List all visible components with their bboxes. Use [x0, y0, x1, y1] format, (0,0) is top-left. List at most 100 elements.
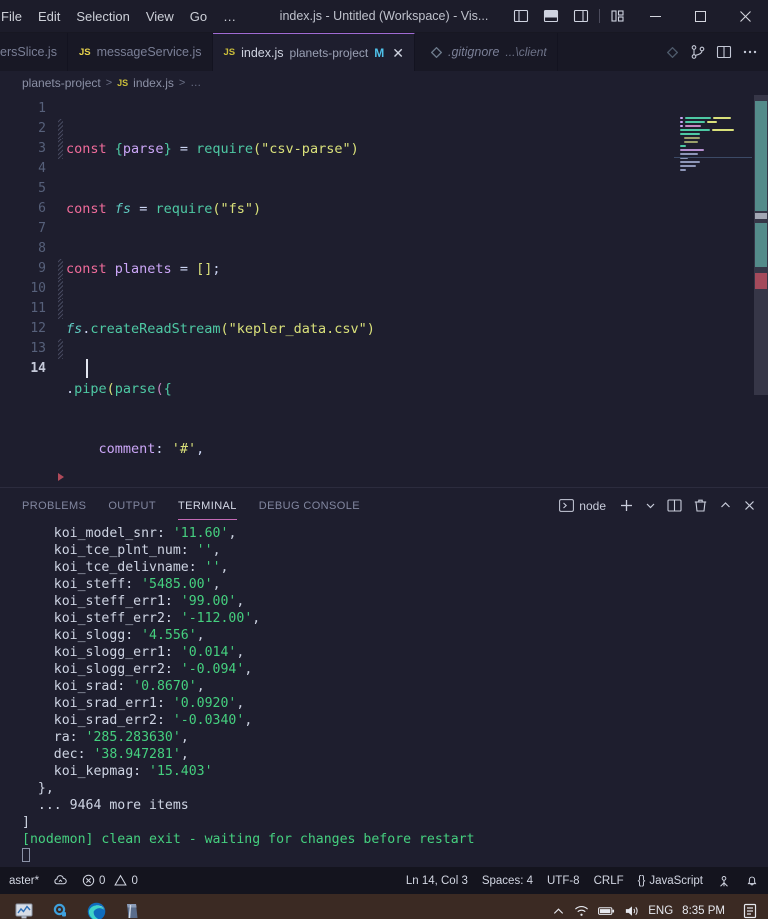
toggle-panel-icon[interactable]	[536, 0, 566, 33]
chevron-down-icon[interactable]	[641, 493, 660, 519]
tab-index-js[interactable]: JS index.js planets-project M ✕	[212, 33, 415, 71]
source-control-icon[interactable]	[686, 33, 710, 71]
line-number: 5	[38, 181, 46, 196]
edge-icon[interactable]	[78, 894, 114, 919]
radio-tower-icon	[717, 874, 731, 888]
terminal-tail: ,	[244, 662, 253, 677]
taskbar-language[interactable]: ENG	[648, 905, 673, 917]
editor-scrollbar[interactable]	[754, 95, 768, 487]
status-encoding[interactable]: UTF-8	[540, 867, 587, 894]
overview-mark	[755, 213, 767, 219]
menu-item-selection[interactable]: Selection	[68, 5, 137, 28]
line-number-active: 14	[30, 361, 46, 376]
panel-tab-output[interactable]: OUTPUT	[108, 488, 156, 523]
terminal-line: koi_model_snr: '11.60',	[22, 525, 768, 542]
status-feedback[interactable]	[710, 867, 738, 894]
new-terminal-icon[interactable]	[615, 493, 638, 519]
breadcrumb-file[interactable]: index.js	[133, 76, 174, 90]
overview-mark	[755, 101, 767, 211]
terminal-key: ... 9464 more items	[22, 798, 189, 813]
terminal-selector[interactable]: node	[553, 498, 612, 513]
terminal-tail: ,	[228, 526, 237, 541]
maximize-panel-icon[interactable]	[715, 493, 736, 519]
terminal-line: koi_srad_err2: '-0.0340',	[22, 712, 768, 729]
terminal-name: node	[579, 498, 606, 513]
status-problems[interactable]: 0 0	[75, 867, 145, 894]
editor-tab-bar: ersSlice.js JS messageService.js JS inde…	[0, 33, 768, 71]
network-icon[interactable]	[574, 904, 589, 918]
close-window-button[interactable]	[723, 0, 768, 33]
volume-icon[interactable]	[624, 904, 639, 918]
terminal-value: '38.947281'	[93, 747, 181, 762]
tab-ersSlice[interactable]: ersSlice.js	[0, 33, 68, 71]
maximize-button[interactable]	[678, 0, 723, 33]
customize-layout-icon[interactable]	[603, 0, 633, 33]
menu-item-more[interactable]: …	[215, 5, 244, 28]
terminal-value: '285.283630'	[85, 730, 181, 745]
show-hidden-icons-icon[interactable]	[552, 905, 565, 918]
terminal-line: koi_tce_delivname: '',	[22, 559, 768, 576]
menu-item-file[interactable]: File	[0, 5, 30, 28]
terminal-value: '-0.0340'	[172, 713, 245, 728]
more-actions-icon[interactable]	[738, 33, 762, 71]
terminal-output[interactable]: koi_model_snr: '11.60', koi_tce_plnt_num…	[0, 523, 768, 867]
status-indentation[interactable]: Spaces: 4	[475, 867, 540, 894]
terminal-key: koi_srad:	[22, 679, 134, 694]
panel-actions: node	[553, 493, 768, 519]
close-panel-icon[interactable]	[739, 493, 760, 519]
braces-icon: {}	[637, 874, 646, 887]
fold-marker	[54, 259, 66, 279]
code-lines[interactable]: const {parse} = require("csv-parse") con…	[66, 95, 768, 487]
kill-terminal-icon[interactable]	[689, 493, 712, 519]
split-terminal-icon[interactable]	[663, 493, 686, 519]
code-editor[interactable]: 1 2 3 4 5 6 7 8 9 10 11 12 13 14 const {…	[0, 95, 768, 487]
store-icon[interactable]	[114, 894, 150, 919]
terminal-value: '-112.00'	[180, 611, 253, 626]
system-tray: ENG 8:35 PM	[552, 903, 762, 919]
terminal-key: },	[22, 781, 54, 796]
toggle-secondary-sidebar-icon[interactable]	[566, 0, 596, 33]
tab-close-icon[interactable]: ✕	[392, 46, 404, 60]
battery-icon[interactable]	[598, 905, 615, 917]
menu-item-view[interactable]: View	[138, 5, 182, 28]
terminal-key: koi_slogg_err1:	[22, 645, 181, 660]
breadcrumb-folder[interactable]: planets-project	[22, 76, 101, 90]
editor-actions	[654, 33, 768, 71]
status-language-mode[interactable]: {} JavaScript	[631, 867, 710, 894]
panel-tab-debug-console[interactable]: DEBUG CONSOLE	[259, 488, 360, 523]
bell-icon	[745, 874, 759, 888]
panel-tab-problems[interactable]: PROBLEMS	[22, 488, 86, 523]
terminal-line: koi_slogg_err2: '-0.094',	[22, 661, 768, 678]
tab-gitignore[interactable]: .gitignore ...\client	[414, 33, 558, 71]
fold-gutter[interactable]	[54, 95, 66, 487]
bottom-panel: PROBLEMS OUTPUT TERMINAL DEBUG CONSOLE n…	[0, 487, 768, 867]
status-cursor-position[interactable]: Ln 14, Col 3	[399, 867, 475, 894]
notification-icon[interactable]	[742, 903, 758, 919]
settings-icon[interactable]	[42, 894, 78, 919]
gitignore-decoration-icon	[660, 33, 684, 71]
menu-item-edit[interactable]: Edit	[30, 5, 68, 28]
panel-tab-terminal[interactable]: TERMINAL	[177, 488, 237, 523]
tab-label: ersSlice.js	[0, 45, 57, 59]
status-sync[interactable]	[46, 867, 75, 894]
tab-messageService[interactable]: JS messageService.js	[67, 33, 213, 71]
taskbar-clock[interactable]: 8:35 PM	[682, 905, 725, 917]
menu-item-go[interactable]: Go	[182, 5, 215, 28]
status-notifications[interactable]	[738, 867, 766, 894]
line-number: 2	[38, 121, 46, 136]
terminal-tail: ,	[236, 696, 245, 711]
split-editor-icon[interactable]	[712, 33, 736, 71]
breadcrumb-symbol[interactable]: …	[190, 77, 201, 89]
minimize-button[interactable]	[633, 0, 678, 33]
fold-marker	[54, 319, 66, 339]
status-eol[interactable]: CRLF	[587, 867, 631, 894]
fold-marker	[54, 299, 66, 319]
status-branch[interactable]: aster*	[2, 867, 46, 894]
line-number: 4	[38, 161, 46, 176]
toggle-primary-sidebar-icon[interactable]	[506, 0, 536, 33]
tab-description: ...\client	[505, 45, 547, 59]
task-manager-icon[interactable]	[6, 894, 42, 919]
status-bar-right: Ln 14, Col 3 Spaces: 4 UTF-8 CRLF {} Jav…	[399, 867, 766, 894]
terminal-line: koi_steff_err1: '99.00',	[22, 593, 768, 610]
terminal-value: '4.556'	[141, 628, 197, 643]
